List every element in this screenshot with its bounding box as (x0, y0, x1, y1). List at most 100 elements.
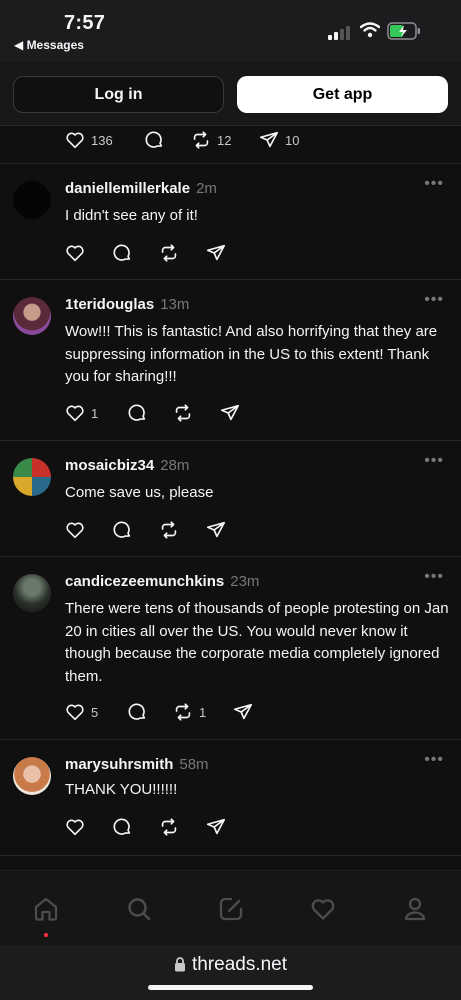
home-indicator[interactable] (148, 985, 313, 990)
signal-icon (328, 26, 350, 40)
heart-icon (66, 132, 84, 149)
more-options-button[interactable]: ••• (424, 291, 444, 309)
reply-button[interactable] (126, 401, 148, 425)
post-time: 58m (179, 756, 209, 773)
get-app-button[interactable]: Get app (237, 76, 448, 113)
like-button[interactable]: 5 (64, 700, 98, 724)
notification-dot (44, 933, 48, 937)
post-time: 13m (160, 296, 190, 313)
nav-activity[interactable] (309, 895, 337, 923)
repost-button[interactable]: 12 (190, 128, 231, 152)
avatar[interactable] (13, 181, 51, 219)
activity-icon (311, 899, 335, 920)
like-button[interactable] (64, 518, 86, 542)
repost-button[interactable]: 1 (172, 700, 206, 724)
previous-post-actions: 136 12 10 (0, 127, 461, 164)
wifi-icon (360, 22, 380, 38)
post-time: 23m (230, 573, 260, 590)
nav-compose[interactable] (217, 895, 245, 923)
nav-search[interactable] (125, 895, 153, 923)
home-icon (34, 897, 58, 921)
repost-icon (161, 244, 177, 262)
repost-button[interactable] (158, 241, 180, 265)
repost-icon (161, 818, 177, 836)
repost-button[interactable] (172, 401, 194, 425)
reply-post[interactable]: marysuhrsmith 58m ••• THANK YOU!!!!!! (0, 741, 461, 856)
share-icon (206, 521, 226, 538)
post-text: Come save us, please (65, 484, 214, 501)
back-to-messages-link[interactable]: ◀ Messages (14, 38, 84, 52)
repost-icon (175, 404, 191, 422)
reply-button[interactable] (111, 815, 133, 839)
post-text: There were tens of thousands of people p… (65, 600, 449, 685)
heart-icon (66, 819, 84, 836)
comment-icon (113, 521, 131, 538)
avatar[interactable] (13, 297, 51, 335)
heart-icon (66, 405, 84, 422)
post-text: I didn't see any of it! (65, 207, 198, 224)
like-button[interactable]: 1 (64, 401, 98, 425)
more-options-button[interactable]: ••• (424, 175, 444, 193)
repost-button[interactable] (158, 815, 180, 839)
avatar[interactable] (13, 574, 51, 612)
share-icon (233, 703, 253, 720)
share-button[interactable] (205, 815, 227, 839)
share-button[interactable] (219, 401, 241, 425)
post-text: THANK YOU!!!!!! (65, 781, 178, 798)
nav-home[interactable] (32, 895, 60, 923)
log-in-button[interactable]: Log in (13, 76, 224, 113)
heart-icon (66, 704, 84, 721)
reply-post[interactable]: candicezeemunchkins 23m ••• There were te… (0, 558, 461, 740)
post-username[interactable]: 1teridouglas (65, 296, 154, 313)
avatar[interactable] (13, 458, 51, 496)
repost-icon (175, 703, 191, 721)
comment-icon (145, 131, 163, 148)
share-icon (206, 818, 226, 835)
repost-button[interactable] (158, 518, 180, 542)
status-time: 7:57 (64, 12, 106, 34)
like-button[interactable]: 136 (64, 128, 113, 152)
share-button[interactable] (232, 700, 254, 724)
like-button[interactable] (64, 241, 86, 265)
reply-button[interactable] (111, 241, 133, 265)
nav-profile[interactable] (401, 895, 429, 923)
repost-icon (161, 521, 177, 539)
share-button[interactable] (205, 518, 227, 542)
reply-button[interactable] (143, 128, 165, 152)
browser-url-bar[interactable]: threads.net (0, 945, 461, 1000)
comment-icon (113, 244, 131, 261)
replies-feed: 136 12 10 daniellemillerkale 2m ••• I did… (0, 127, 461, 870)
repost-count: 1 (199, 704, 207, 720)
comment-icon (128, 703, 146, 720)
avatar[interactable] (13, 757, 51, 795)
post-username[interactable]: candicezeemunchkins (65, 573, 224, 590)
more-options-button[interactable]: ••• (424, 452, 444, 470)
post-text: Wow!!! This is fantastic! And also horri… (65, 323, 438, 385)
reply-button[interactable] (111, 518, 133, 542)
like-count: 5 (91, 704, 99, 720)
like-button[interactable] (64, 815, 86, 839)
more-options-button[interactable]: ••• (424, 751, 444, 769)
post-username[interactable]: mosaicbiz34 (65, 457, 154, 474)
comment-icon (113, 818, 131, 835)
post-time: 28m (160, 457, 190, 474)
reply-post[interactable]: mosaicbiz34 28m ••• Come save us, please (0, 442, 461, 557)
share-button[interactable]: 10 (258, 128, 299, 152)
lock-icon (174, 957, 185, 972)
share-icon (220, 404, 240, 421)
reply-post[interactable]: daniellemillerkale 2m ••• I didn't see an… (0, 165, 461, 280)
reply-post[interactable]: 1teridouglas 13m ••• Wow!!! This is fanta… (0, 281, 461, 441)
heart-icon (66, 245, 84, 262)
header: Log in Get app (0, 62, 461, 126)
bottom-nav (0, 870, 461, 945)
share-button[interactable] (205, 241, 227, 265)
post-username[interactable]: daniellemillerkale (65, 180, 190, 197)
compose-icon (219, 897, 243, 921)
comment-icon (128, 404, 146, 421)
search-icon (128, 898, 151, 921)
share-count: 10 (285, 132, 300, 148)
post-username[interactable]: marysuhrsmith (65, 756, 173, 773)
url-text[interactable]: threads.net (192, 954, 287, 975)
reply-button[interactable] (126, 700, 148, 724)
more-options-button[interactable]: ••• (424, 568, 444, 586)
